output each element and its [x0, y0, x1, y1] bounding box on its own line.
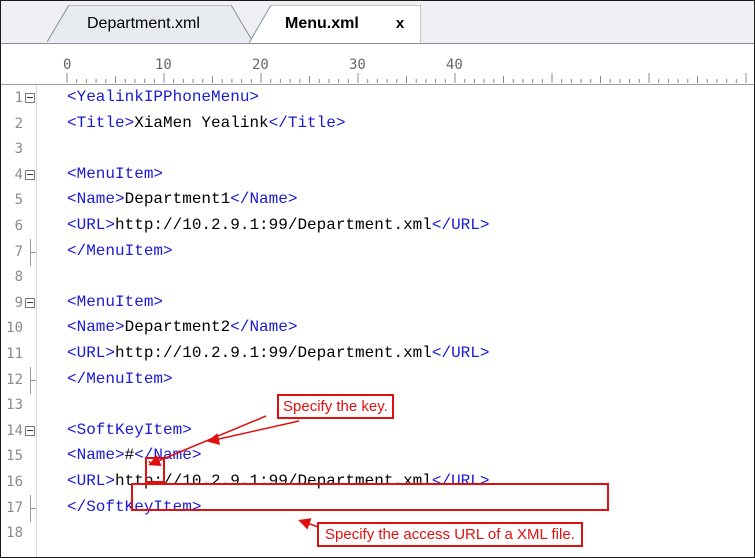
close-icon[interactable]: x	[390, 5, 410, 42]
url-callout: Specify the access URL of a XML file.	[317, 522, 583, 547]
tab-label: Menu.xml	[285, 15, 359, 32]
annotation-arrows	[148, 415, 340, 535]
url-highlight-box	[131, 483, 609, 511]
tab-label: Department.xml	[87, 15, 200, 32]
editor-window: Department.xml Menu.xml x 0 10 20 30 40 …	[0, 0, 755, 558]
tab-menu-xml[interactable]: Menu.xml x	[249, 5, 421, 43]
key-callout: Specify the key.	[277, 394, 394, 419]
key-highlight-box	[145, 457, 165, 483]
